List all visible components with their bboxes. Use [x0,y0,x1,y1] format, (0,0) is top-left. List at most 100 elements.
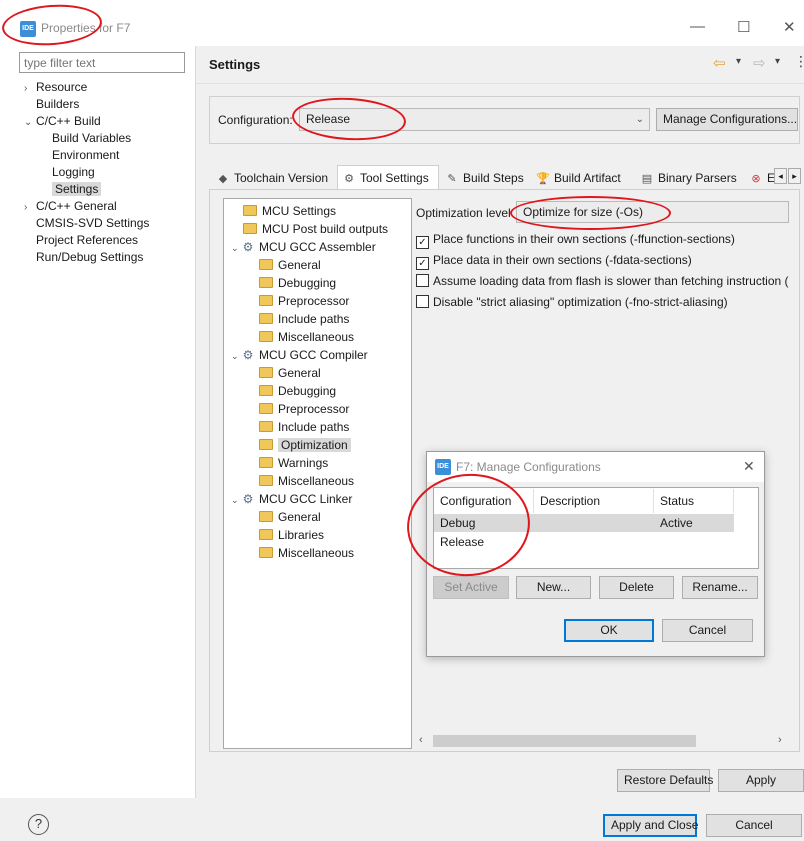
tree-item-label: Settings [52,182,102,196]
tool-tree-item[interactable]: Warnings [231,454,411,472]
column-header-status[interactable]: Status [654,489,734,513]
tool-tree-item[interactable]: General [231,508,411,526]
tab-toolchain-version[interactable]: ◆ Toolchain Version [212,167,336,189]
folder-icon [259,277,273,288]
tool-tree-label: Include paths [278,420,350,434]
tree-item[interactable]: Project References [24,232,192,249]
tool-tree-label: MCU Settings [262,204,337,218]
tool-tree-label: MCU GCC Compiler [259,348,368,362]
checkbox-checked[interactable]: ✓ [416,257,429,270]
restore-defaults-button[interactable]: Restore Defaults [617,769,713,792]
tree-item[interactable]: Settings [24,181,192,198]
back-arrow-icon[interactable]: ⇦ [713,54,726,72]
tool-tree-item[interactable]: Miscellaneous [231,544,411,562]
tab-icon: ⊗ [751,173,761,185]
tool-tree-item[interactable]: Debugging [231,382,411,400]
scrollbar-thumb[interactable] [433,735,696,747]
delete-configuration-button[interactable]: Delete [599,576,674,599]
tool-tree-item[interactable]: Preprocessor [231,292,411,310]
folder-icon [259,475,273,486]
tree-item[interactable]: Build Variables [24,130,192,147]
dialog-cancel-button[interactable]: Cancel [662,619,753,642]
scroll-left-icon[interactable]: ‹ [419,734,423,746]
tab-build-steps[interactable]: ✎ Build Steps [441,167,530,189]
folder-icon [259,295,273,306]
optimization-options: ✓ Place functions in their own sections (… [416,229,796,313]
rename-configuration-button[interactable]: Rename... [682,576,758,599]
apply-and-close-button[interactable]: Apply and Close [603,814,698,837]
tree-item-label: Environment [52,148,120,162]
filter-input[interactable] [19,52,185,73]
tool-tree-item[interactable]: ⌄ ⚙ MCU GCC Compiler [231,346,411,364]
expand-arrow-icon[interactable]: ⌄ [24,114,36,131]
help-icon[interactable]: ? [28,814,49,835]
tree-item[interactable]: › Resource [24,79,192,96]
checkbox-unchecked[interactable] [416,295,429,308]
forward-dropdown-icon[interactable]: ▾ [775,56,780,67]
column-header-description[interactable]: Description [534,489,654,513]
tool-tree-item[interactable]: Libraries [231,526,411,544]
tool-tree-item[interactable]: Miscellaneous [231,472,411,490]
tool-tree-item[interactable]: MCU Post build outputs [231,220,411,238]
tab-build-artifact[interactable]: 🏆 Build Artifact [532,167,634,189]
tool-tree-item[interactable]: ⌄ ⚙ MCU GCC Linker [231,490,411,508]
tool-tree-item[interactable]: MCU Settings [231,202,411,220]
expand-arrow-icon[interactable]: › [24,199,36,216]
tab-binary-parsers[interactable]: ▤ Binary Parsers [636,167,742,189]
set-active-button[interactable]: Set Active [433,576,509,599]
dialog-close-icon[interactable]: ✕ [743,458,755,475]
tree-item[interactable]: ⌄ C/C++ Build [24,113,192,130]
close-icon[interactable]: ✕ [783,18,796,36]
maximize-icon[interactable]: ☐ [737,18,750,36]
checkbox-unchecked[interactable] [416,274,429,287]
expand-arrow-icon[interactable]: › [24,80,36,97]
checkbox-checked[interactable]: ✓ [416,236,429,249]
apply-button[interactable]: Apply [718,769,804,792]
tool-tree-label: Miscellaneous [278,546,355,560]
tree-item[interactable]: Builders [24,96,192,113]
tool-tree-item[interactable]: Include paths [231,418,411,436]
tree-item[interactable]: CMSIS-SVD Settings [24,215,192,232]
scroll-right-icon[interactable]: › [778,734,782,746]
tree-item[interactable]: Logging [24,164,192,181]
tab-e[interactable]: ⊗ E [745,167,775,189]
tool-tree-item[interactable]: Miscellaneous [231,328,411,346]
folder-icon [259,367,273,378]
gear-icon: ⚙ [242,492,254,506]
more-menu-icon[interactable]: ⋮ [794,53,804,70]
option-row[interactable]: Disable "strict aliasing" optimization (… [416,292,796,313]
expand-arrow-icon[interactable]: ⌄ [231,347,241,365]
folder-icon [259,529,273,540]
option-row[interactable]: ✓ Place functions in their own sections (… [416,229,796,250]
tool-tree-item[interactable]: Debugging [231,274,411,292]
tool-tree-label: Optimization [278,438,351,452]
dialog-title: F7: Manage Configurations [456,460,601,474]
dialog-ok-button[interactable]: OK [564,619,654,642]
minimize-icon[interactable]: — [690,18,705,35]
tree-item[interactable]: › C/C++ General [24,198,192,215]
tool-tree-item[interactable]: Optimization [231,436,411,454]
cancel-button[interactable]: Cancel [706,814,802,837]
option-row[interactable]: ✓ Place data in their own sections (-fdat… [416,250,796,271]
tool-tree-item[interactable]: General [231,256,411,274]
tool-tree-item[interactable]: ⌄ ⚙ MCU GCC Assembler [231,238,411,256]
tab-scroll-right-icon[interactable]: ▸ [788,168,801,184]
tab-tool-settings[interactable]: ⚙ Tool Settings [337,165,439,190]
tree-item-label: Logging [52,165,95,179]
tree-item[interactable]: Run/Debug Settings [24,249,192,266]
new-configuration-button[interactable]: New... [516,576,591,599]
manage-configurations-button[interactable]: Manage Configurations... [656,108,798,131]
tab-label: Toolchain Version [234,171,329,185]
back-dropdown-icon[interactable]: ▾ [736,56,741,67]
expand-arrow-icon[interactable]: ⌄ [231,491,241,509]
tool-tree-label: Include paths [278,312,350,326]
tool-tree-item[interactable]: Include paths [231,310,411,328]
tab-scroll-left-icon[interactable]: ◂ [774,168,787,184]
tree-item[interactable]: Environment [24,147,192,164]
expand-arrow-icon[interactable]: ⌄ [231,239,241,257]
forward-arrow-icon[interactable]: ⇨ [753,54,766,72]
tool-tree-item[interactable]: Preprocessor [231,400,411,418]
option-row[interactable]: Assume loading data from flash is slower… [416,271,796,292]
tab-label: Tool Settings [360,171,429,185]
tool-tree-item[interactable]: General [231,364,411,382]
